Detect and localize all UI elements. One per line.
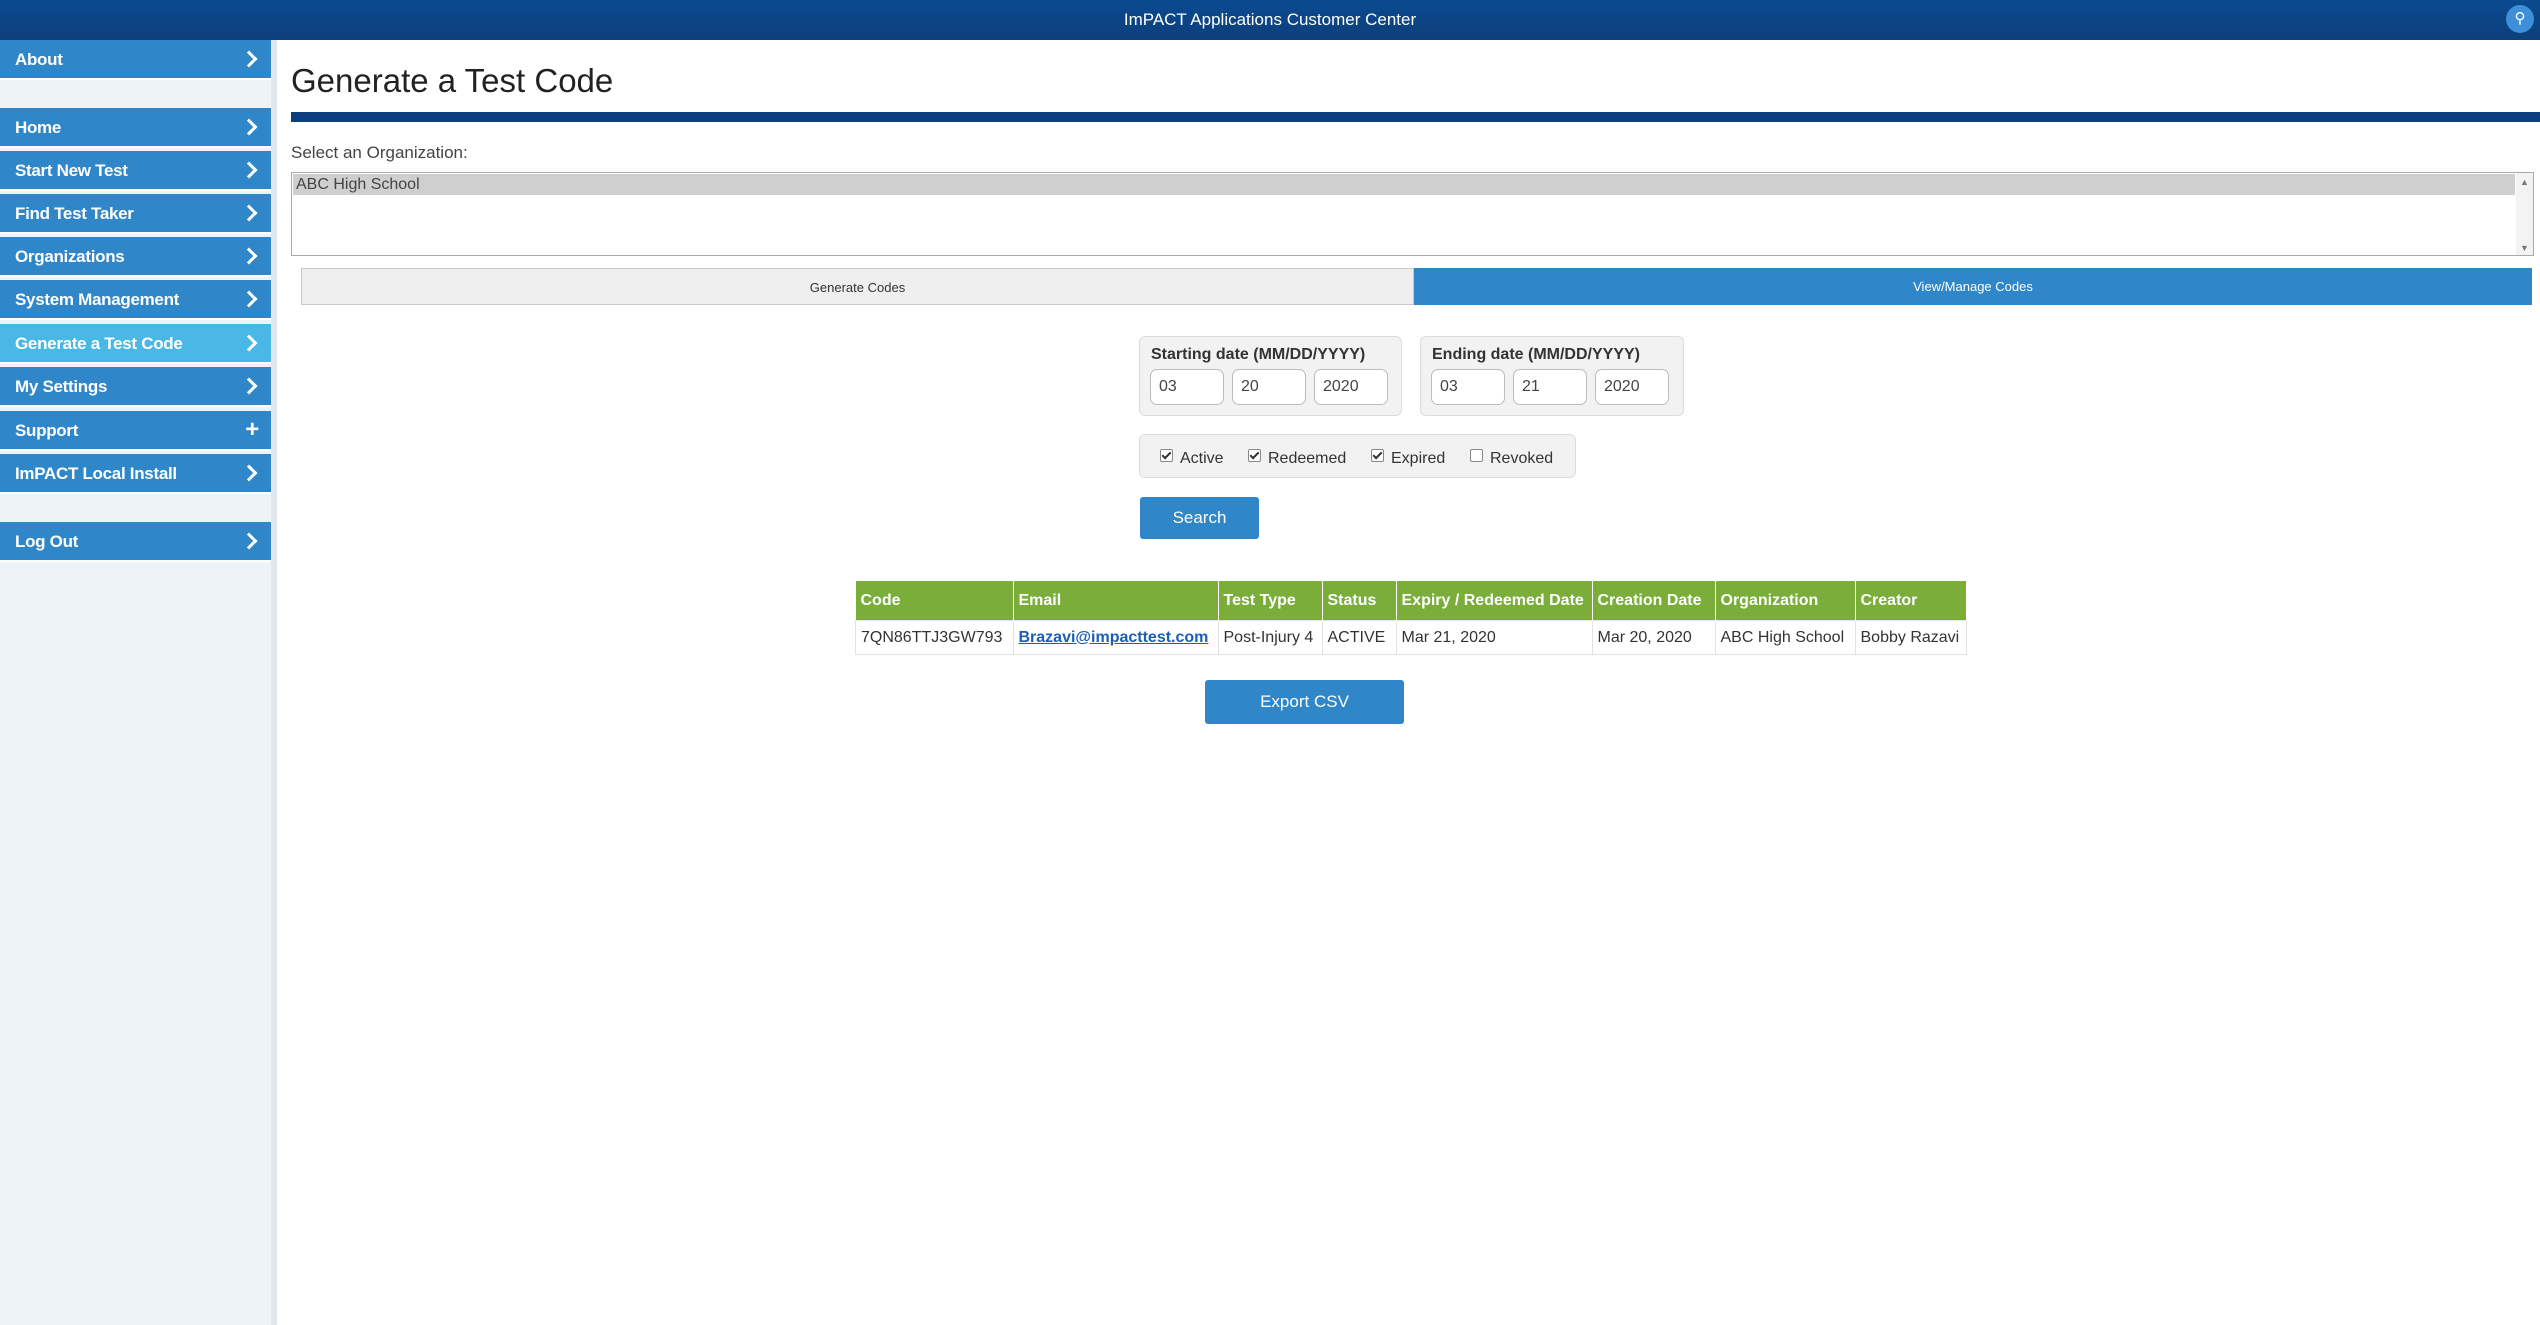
filter-label: Expired <box>1391 450 1446 467</box>
sidebar-item-label: About <box>15 50 63 69</box>
scroll-down-icon[interactable]: ▼ <box>2520 243 2529 253</box>
sidebar-item-generate-test-code[interactable]: Generate a Test Code <box>0 324 271 364</box>
sidebar-item-log-out[interactable]: Log Out <box>0 522 271 562</box>
filter-label: Revoked <box>1490 450 1554 467</box>
sidebar-item-support[interactable]: Support + <box>0 411 271 451</box>
cell-creation-date: Mar 20, 2020 <box>1591 620 1716 655</box>
start-date-label: Starting date (MM/DD/YYYY) <box>1151 346 1366 363</box>
end-month-input[interactable]: 03 <box>1431 369 1505 405</box>
column-header-status: Status <box>1322 581 1397 621</box>
start-date-group: Starting date (MM/DD/YYYY) 03 20 2020 <box>1139 336 1402 416</box>
chevron-right-icon <box>240 464 258 482</box>
filter-expired[interactable]: Expired <box>1371 449 1445 468</box>
sidebar-item-label: Support <box>15 421 79 440</box>
chevron-right-icon <box>240 50 258 68</box>
end-date-group: Ending date (MM/DD/YYYY) 03 21 2020 <box>1420 336 1684 416</box>
filter-redeemed[interactable]: Redeemed <box>1248 449 1346 468</box>
chevron-right-icon <box>240 161 258 179</box>
cell-code: 7QN86TTJ3GW793 <box>855 620 1014 655</box>
listbox-scrollbar[interactable]: ▲ ▼ <box>2516 173 2533 255</box>
sidebar-item-system-management[interactable]: System Management <box>0 280 271 320</box>
chevron-right-icon <box>240 204 258 222</box>
sidebar-item-home[interactable]: Home <box>0 108 271 148</box>
end-day-input[interactable]: 21 <box>1513 369 1587 405</box>
sidebar-item-start-new-test[interactable]: Start New Test <box>0 151 271 191</box>
checkbox-unchecked-icon[interactable] <box>1470 449 1483 462</box>
chevron-right-icon <box>240 247 258 265</box>
start-month-input[interactable]: 03 <box>1150 369 1224 405</box>
table-row: 7QN86TTJ3GW793 Brazavi@impacttest.com Po… <box>855 620 1967 655</box>
tab-view-manage-codes[interactable]: View/Manage Codes <box>1414 268 2532 305</box>
filter-label: Active <box>1180 450 1224 467</box>
table-header-row: Code Email Test Type Status Expiry / Red… <box>855 581 1967 621</box>
chevron-right-icon <box>240 290 258 308</box>
cell-status: ACTIVE <box>1321 620 1397 655</box>
organization-option[interactable]: ABC High School <box>293 174 2515 195</box>
start-day-input[interactable]: 20 <box>1232 369 1306 405</box>
map-pin-icon[interactable]: ⚲ <box>2506 5 2534 33</box>
title-divider <box>291 112 2540 122</box>
plus-icon: + <box>245 416 259 443</box>
column-header-test-type: Test Type <box>1218 581 1323 621</box>
sidebar-item-label: Generate a Test Code <box>15 334 183 353</box>
end-date-label: Ending date (MM/DD/YYYY) <box>1432 346 1640 363</box>
email-link[interactable]: Brazavi@impacttest.com <box>1019 629 1209 646</box>
checkbox-checked-icon[interactable] <box>1248 449 1261 462</box>
app-title: ImPACT Applications Customer Center <box>1123 10 1417 29</box>
sidebar-item-find-test-taker[interactable]: Find Test Taker <box>0 194 271 234</box>
chevron-right-icon <box>240 334 258 352</box>
codes-table: Code Email Test Type Status Expiry / Red… <box>855 581 1967 655</box>
tab-generate-codes[interactable]: Generate Codes <box>301 268 1414 305</box>
chevron-right-icon <box>240 532 258 550</box>
cell-test-type: Post-Injury 4 <box>1217 620 1323 655</box>
sidebar-item-label: My Settings <box>15 377 108 396</box>
cell-expiry-date: Mar 21, 2020 <box>1395 620 1593 655</box>
checkbox-checked-icon[interactable] <box>1160 449 1173 462</box>
sidebar-item-my-settings[interactable]: My Settings <box>0 367 271 407</box>
column-header-email: Email <box>1013 581 1219 621</box>
status-filter-group: Active Redeemed Expired Revoked <box>1139 434 1576 478</box>
cell-organization: ABC High School <box>1714 620 1856 655</box>
end-year-input[interactable]: 2020 <box>1595 369 1669 405</box>
sidebar-item-label: Find Test Taker <box>15 204 134 223</box>
checkbox-checked-icon[interactable] <box>1371 449 1384 462</box>
scroll-up-icon[interactable]: ▲ <box>2520 177 2529 187</box>
column-header-code: Code <box>855 581 1014 621</box>
sidebar-item-impact-local-install[interactable]: ImPACT Local Install <box>0 454 271 494</box>
sidebar-item-label: Home <box>15 118 62 137</box>
cell-creator: Bobby Razavi <box>1854 620 1967 655</box>
organization-listbox[interactable]: ABC High School ▲ ▼ <box>291 172 2534 256</box>
top-header: ImPACT Applications Customer Center ⚲ <box>0 0 2540 40</box>
sidebar: About Home Start New Test Find Test Take… <box>0 40 277 1325</box>
page-title: Generate a Test Code <box>291 62 614 99</box>
export-csv-button[interactable]: Export CSV <box>1205 680 1404 724</box>
filter-label: Redeemed <box>1268 450 1347 467</box>
filter-revoked[interactable]: Revoked <box>1470 449 1553 468</box>
sidebar-item-organizations[interactable]: Organizations <box>0 237 271 277</box>
organization-label: Select an Organization: <box>291 143 468 162</box>
column-header-organization: Organization <box>1715 581 1856 621</box>
sidebar-item-label: ImPACT Local Install <box>15 464 177 483</box>
chevron-right-icon <box>240 377 258 395</box>
cell-email: Brazavi@impacttest.com <box>1012 620 1219 655</box>
sidebar-item-label: System Management <box>15 290 180 309</box>
search-button[interactable]: Search <box>1140 497 1259 539</box>
sidebar-item-about[interactable]: About <box>0 40 271 80</box>
column-header-creator: Creator <box>1855 581 1967 621</box>
sidebar-item-label: Start New Test <box>15 161 128 180</box>
sidebar-item-label: Organizations <box>15 247 125 266</box>
column-header-creation-date: Creation Date <box>1592 581 1716 621</box>
column-header-expiry-date: Expiry / Redeemed Date <box>1396 581 1593 621</box>
sidebar-item-label: Log Out <box>15 532 79 551</box>
filter-active[interactable]: Active <box>1160 449 1224 468</box>
chevron-right-icon <box>240 118 258 136</box>
start-year-input[interactable]: 2020 <box>1314 369 1388 405</box>
